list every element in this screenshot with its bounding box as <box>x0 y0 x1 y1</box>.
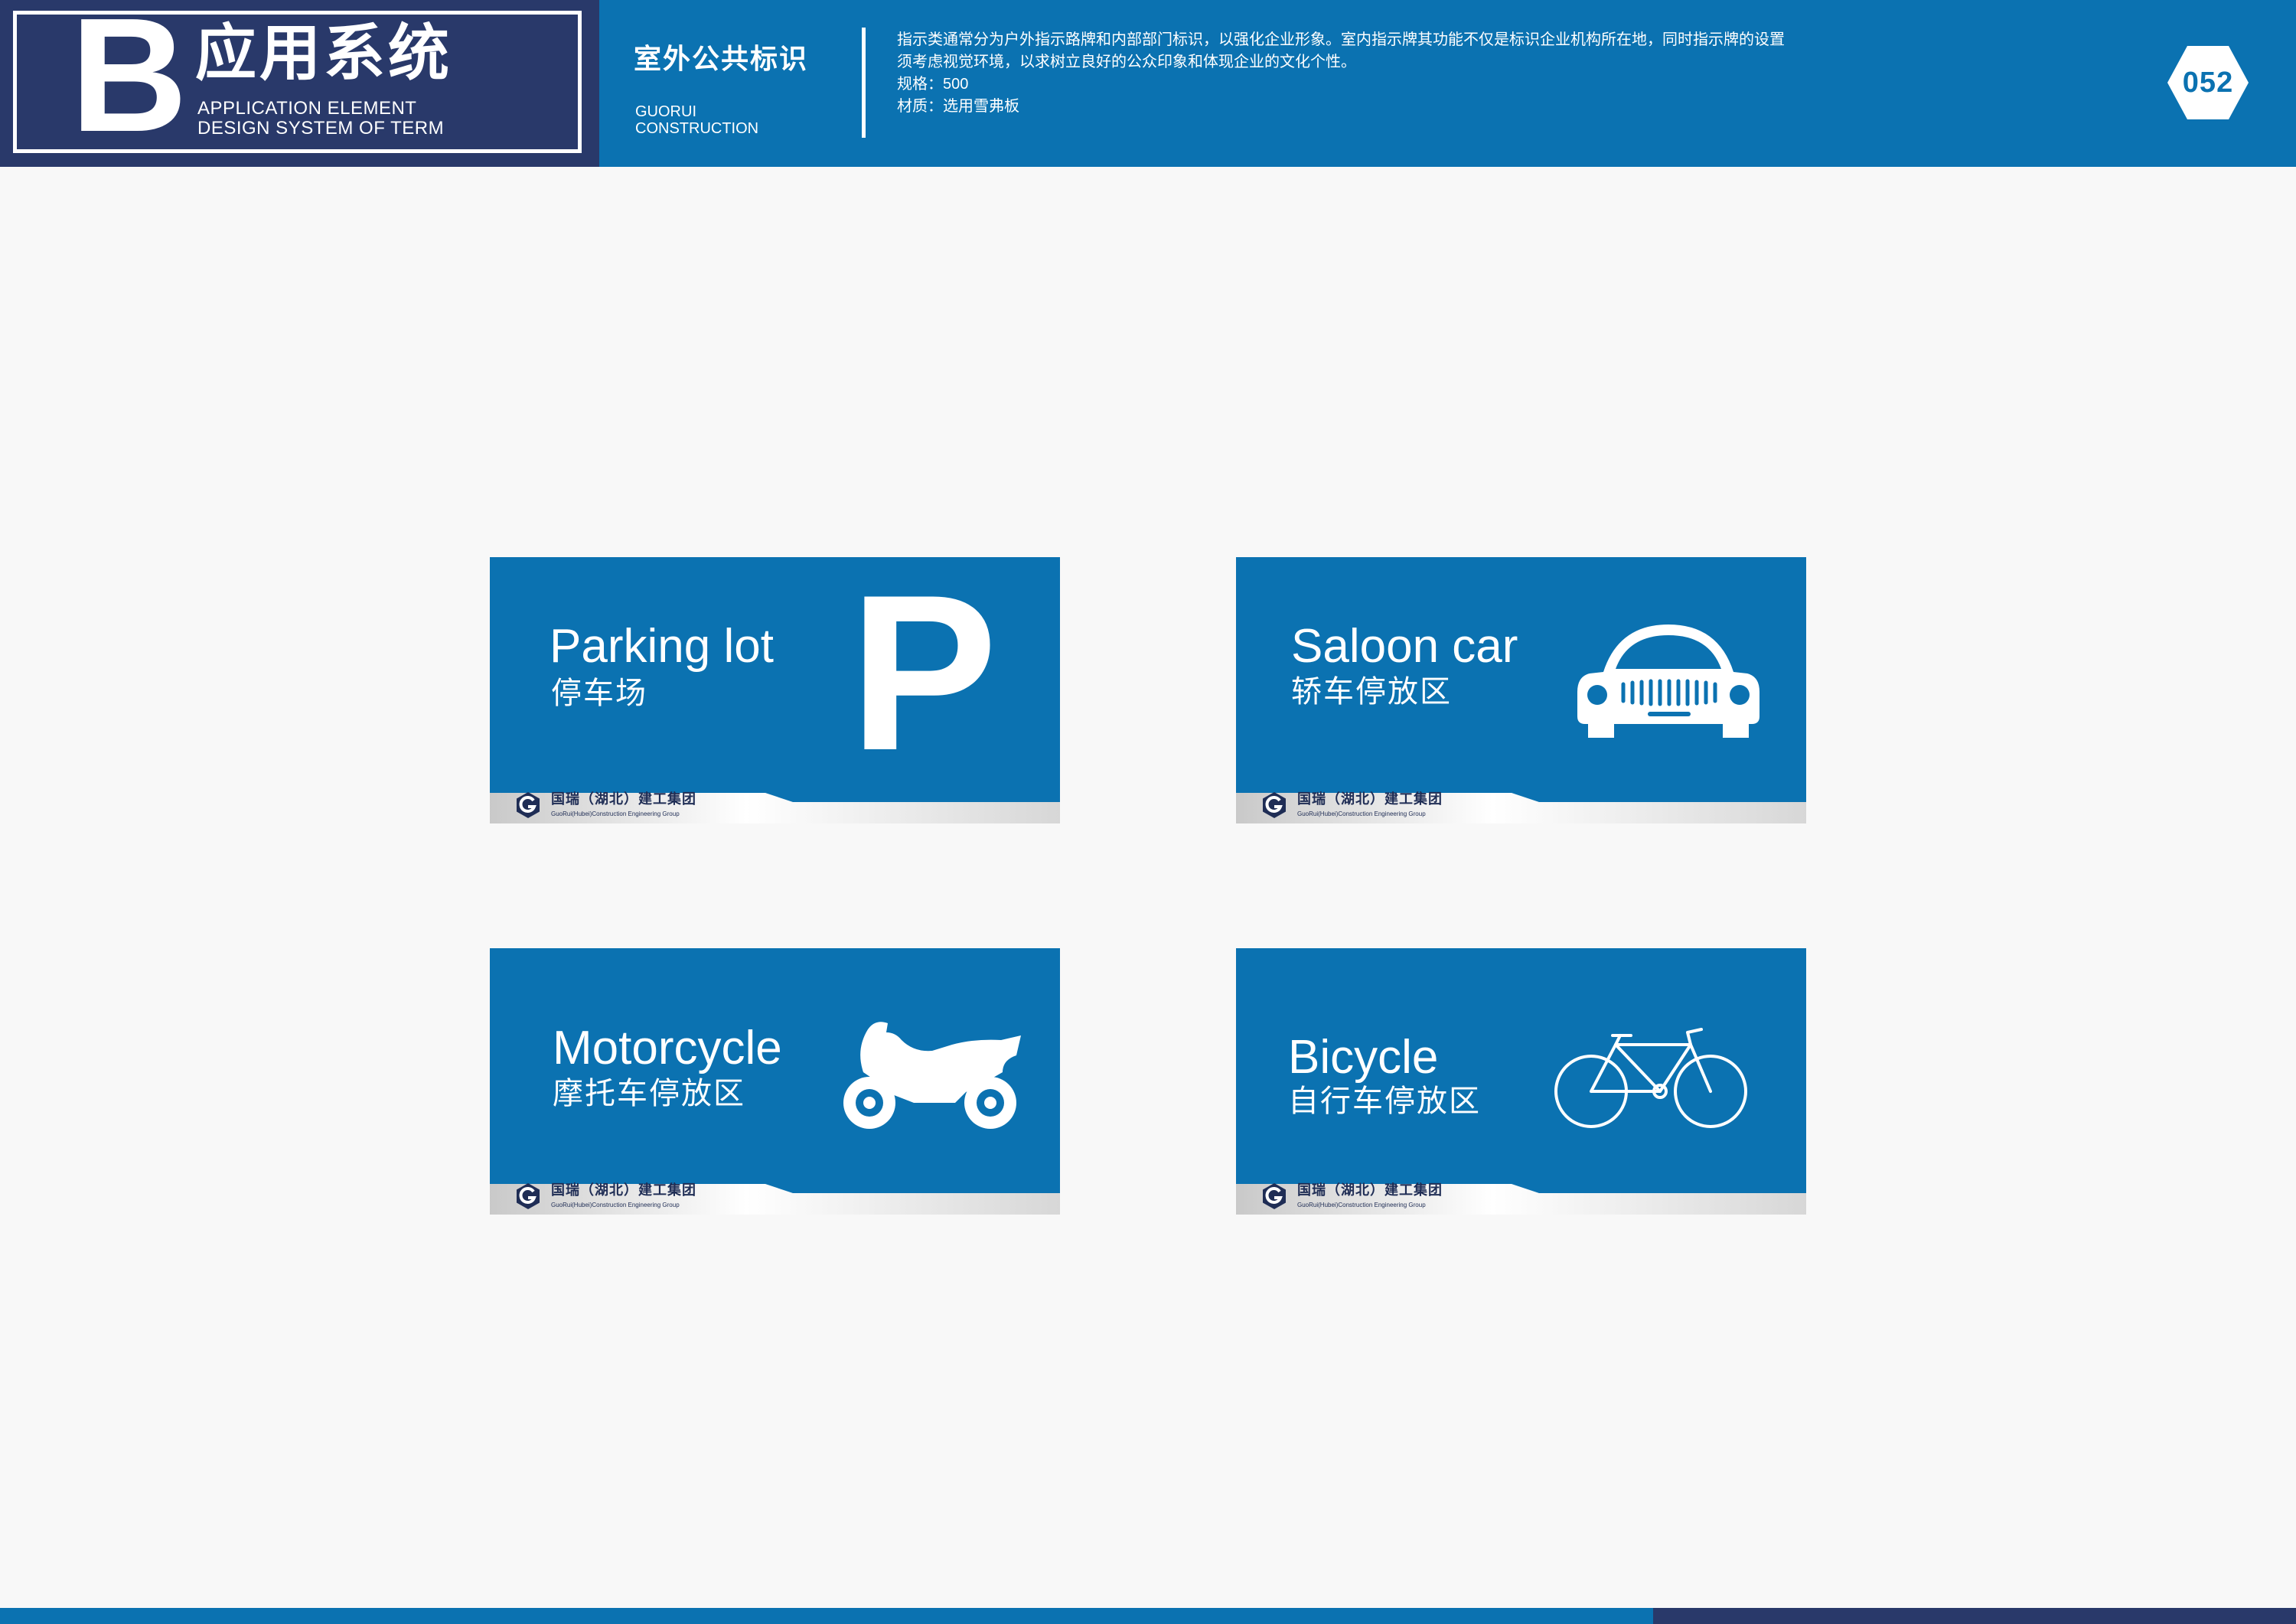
header-divider <box>862 28 866 138</box>
sign-label-cn: 摩托车停放区 <box>553 1077 745 1110</box>
sign-label-en: Motorcycle <box>553 1022 782 1075</box>
sign-bicycle: Bicycle 自行车停放区 国瑞（湖北）建工集团 GuoRui(Hubei)C… <box>1236 948 1806 1215</box>
sign-motorcycle: Motorcycle 摩托车停放区 国瑞（湖北）建工集团 GuoRui(Hube… <box>490 948 1060 1215</box>
section-description: 指示类通常分为户外指示路牌和内部部门标识，以强化企业形象。室内指示牌其功能不仅是… <box>897 29 1892 118</box>
company-name-en: GuoRui(Hubei)Construction Engineering Gr… <box>551 810 680 817</box>
sign-parking-lot: Parking lot 停车场 P 国瑞（湖北）建工集团 GuoRui(Hube… <box>490 557 1060 823</box>
sign-label-cn: 停车场 <box>551 677 647 710</box>
company-name-cn: 国瑞（湖北）建工集团 <box>1297 791 1443 807</box>
description-line2: 须考虑视觉环境，以求树立良好的公众印象和体现企业的文化个性。 <box>897 54 1356 70</box>
motorcycle-icon <box>843 1022 1021 1129</box>
company-logo-icon <box>517 1183 540 1209</box>
brand-subtitle-line2: DESIGN SYSTEM OF TERM <box>197 118 445 139</box>
bicycle-icon <box>1554 1028 1747 1128</box>
company-name-cn: 国瑞（湖北）建工集团 <box>1297 1182 1443 1198</box>
parking-p-icon: P <box>850 557 997 797</box>
car-front-icon <box>1577 624 1760 738</box>
sign-label-en: Bicycle <box>1288 1031 1439 1084</box>
sign-label-en: Parking lot <box>550 620 774 673</box>
brand-block: B 应用系统 APPLICATION ELEMENT DESIGN SYSTEM… <box>0 0 599 167</box>
company-name-cn: 国瑞（湖北）建工集团 <box>551 791 696 807</box>
company-name-en: GuoRui(Hubei)Construction Engineering Gr… <box>1297 810 1426 817</box>
page-header: B 应用系统 APPLICATION ELEMENT DESIGN SYSTEM… <box>0 0 2296 167</box>
sign-label-cn: 自行车停放区 <box>1288 1084 1481 1118</box>
section-subtitle-line2: CONSTRUCTION <box>635 120 759 137</box>
company-name-en: GuoRui(Hubei)Construction Engineering Gr… <box>1297 1202 1426 1208</box>
brand-subtitle-line1: APPLICATION ELEMENT <box>197 98 417 119</box>
sign-saloon-car: Saloon car 轿车停放区 国瑞（湖北）建工集团 GuoRui(Hubei… <box>1236 557 1806 823</box>
brand-title: 应用系统 <box>195 19 452 87</box>
brand-letter: B <box>70 0 188 165</box>
footer-bar-blue <box>0 1608 1653 1624</box>
company-logo-icon <box>1263 1183 1286 1209</box>
company-logo-icon <box>517 792 540 818</box>
section-title: 室外公共标识 <box>634 43 809 74</box>
page-number-badge: 052 <box>2166 44 2250 121</box>
sign-label-en: Saloon car <box>1291 620 1518 673</box>
company-name-en: GuoRui(Hubei)Construction Engineering Gr… <box>551 1202 680 1208</box>
page-number: 052 <box>2182 67 2234 99</box>
description-spec: 规格：500 <box>897 76 969 93</box>
company-name-cn: 国瑞（湖北）建工集团 <box>551 1182 696 1198</box>
description-material: 材质：选用雪弗板 <box>897 98 1019 115</box>
footer-bar-navy <box>1653 1608 2296 1624</box>
company-logo-icon <box>1263 792 1286 818</box>
sign-label-cn: 轿车停放区 <box>1291 675 1452 709</box>
description-line1: 指示类通常分为户外指示路牌和内部部门标识，以强化企业形象。室内指示牌其功能不仅是… <box>897 31 1785 48</box>
section-subtitle-line1: GUORUI <box>635 103 696 120</box>
